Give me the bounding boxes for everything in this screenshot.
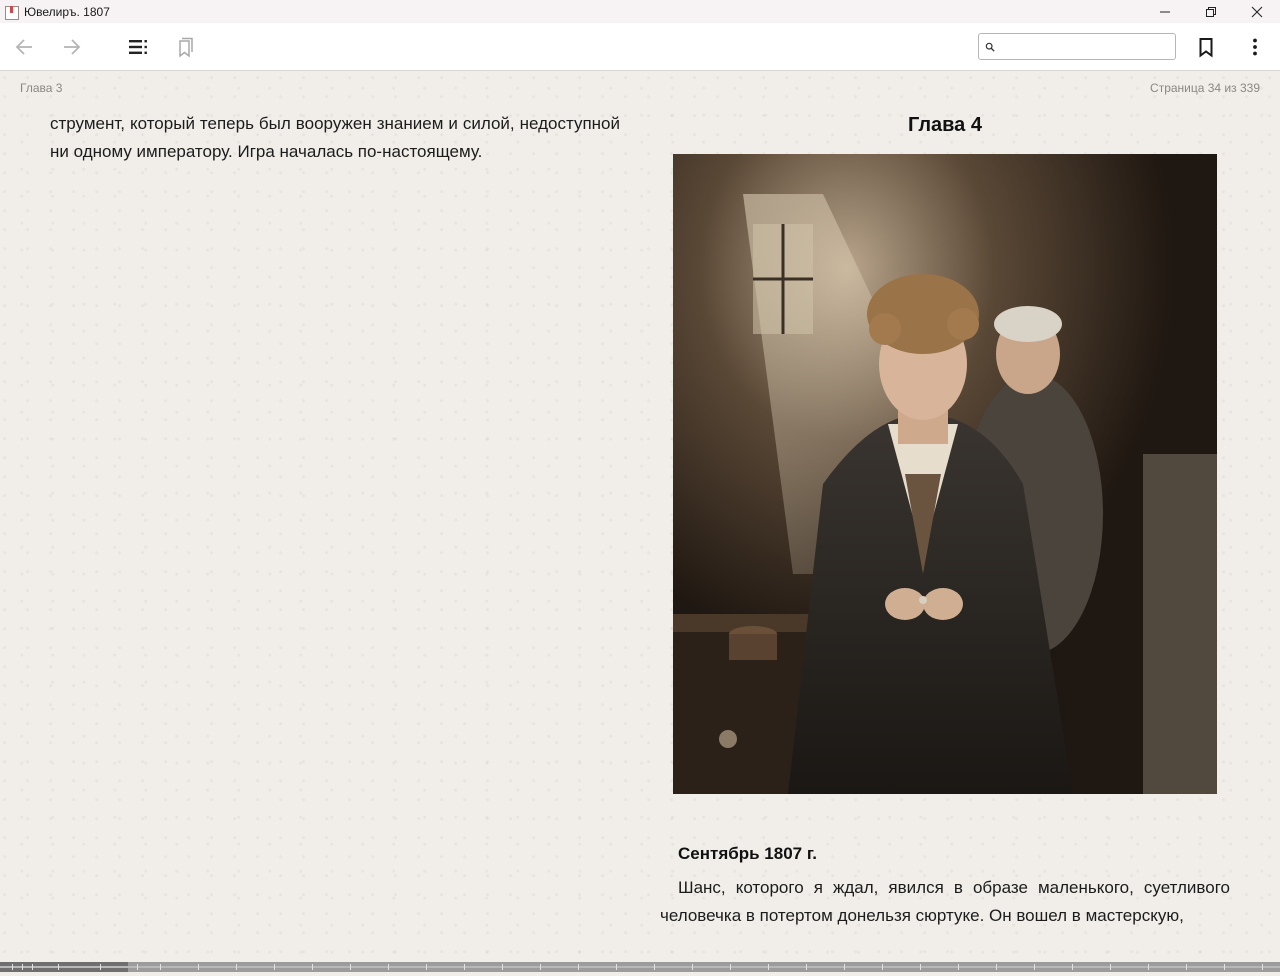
close-icon [1251, 6, 1263, 17]
illustration-image [673, 154, 1217, 794]
bookmarks-icon [179, 37, 193, 58]
chapter-tick [198, 964, 199, 970]
chapter-tick [32, 964, 33, 970]
progress-midline [0, 966, 1280, 968]
chapter-tick [22, 964, 23, 970]
list-icon [129, 40, 147, 54]
chapter-tick [350, 964, 351, 970]
toolbar [0, 23, 1280, 71]
arrow-left-icon [15, 39, 32, 55]
chapter-tick [692, 964, 693, 970]
chapter-tick [388, 964, 389, 970]
chapter-title: Глава 4 [907, 114, 982, 136]
paragraph: Шанс, которого я ждал, явился в образе м… [660, 878, 1230, 925]
restore-button[interactable] [1188, 0, 1234, 23]
chapter-tick [806, 964, 807, 970]
page-counter: Страница 34 из 339 [1150, 81, 1260, 95]
chapter-tick [160, 964, 161, 970]
more-vertical-icon [1253, 38, 1257, 56]
table-of-contents-button[interactable] [124, 33, 152, 61]
chapter-tick [920, 964, 921, 970]
chapter-tick [1072, 964, 1073, 970]
forward-button[interactable] [58, 33, 86, 61]
chapter-tick [426, 964, 427, 970]
bookmarks-list-button[interactable] [171, 33, 199, 61]
arrow-right-icon [64, 39, 81, 55]
left-column-paragraph: струмент, который теперь был вооружен зн… [50, 114, 620, 161]
more-options-button[interactable] [1241, 33, 1269, 61]
chapter-tick [768, 964, 769, 970]
restore-icon [1206, 6, 1216, 17]
bookmark-icon [1199, 38, 1213, 58]
chapter-tick [464, 964, 465, 970]
title-bar: Ювелиръ. 1807 [0, 0, 1280, 23]
minimize-icon [1160, 11, 1170, 12]
chapter-tick [654, 964, 655, 970]
chapter-tick [100, 964, 101, 970]
chapter-tick [12, 964, 13, 970]
search-icon [985, 42, 995, 52]
chapter-tick [1262, 964, 1263, 970]
left-column: струмент, который теперь был вооружен зн… [50, 110, 620, 166]
chapter-tick [578, 964, 579, 970]
right-column-text: Шанс, которого я ждал, явился в образе м… [660, 874, 1230, 930]
chapter-tick [996, 964, 997, 970]
chapter-tick [1110, 964, 1111, 970]
chapter-tick [502, 964, 503, 970]
chapter-tick [312, 964, 313, 970]
reading-progress-bar[interactable] [0, 958, 1280, 976]
chapter-tick [844, 964, 845, 970]
app-book-icon [4, 5, 19, 20]
chapter-tick [1224, 964, 1225, 970]
minimize-button[interactable] [1142, 0, 1188, 23]
chapter-tick [236, 964, 237, 970]
chapter-tick [882, 964, 883, 970]
chapter-tick [730, 964, 731, 970]
chapter-tick [958, 964, 959, 970]
back-button[interactable] [10, 33, 38, 61]
chapter-tick [137, 964, 138, 970]
reader-page[interactable]: Глава 3 Страница 34 из 339 струмент, кот… [0, 72, 1280, 958]
section-date-heading: Сентябрь 1807 г. [678, 844, 817, 863]
search-field[interactable] [978, 33, 1176, 60]
chapter-illustration [673, 154, 1217, 794]
running-header-chapter: Глава 3 [20, 81, 63, 95]
chapter-tick [58, 964, 59, 970]
chapter-tick [1148, 964, 1149, 970]
chapter-tick [616, 964, 617, 970]
chapter-tick [1186, 964, 1187, 970]
chapter-tick [540, 964, 541, 970]
search-input[interactable] [999, 35, 1175, 58]
add-bookmark-button[interactable] [1192, 33, 1220, 61]
window-title: Ювелиръ. 1807 [24, 4, 110, 19]
chapter-tick [1034, 964, 1035, 970]
close-button[interactable] [1234, 0, 1280, 23]
chapter-tick [274, 964, 275, 970]
